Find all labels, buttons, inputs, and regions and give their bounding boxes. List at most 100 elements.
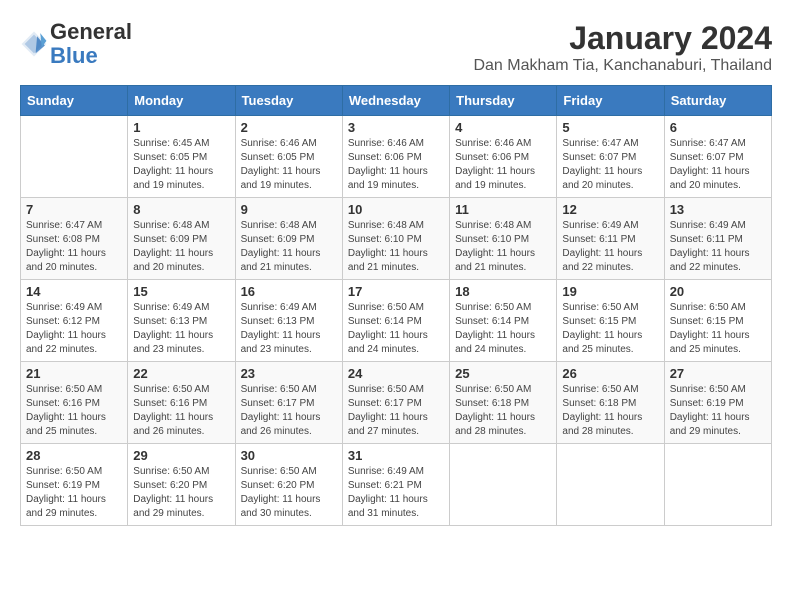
header-cell-friday: Friday [557,86,664,116]
calendar-cell: 24 Sunrise: 6:50 AMSunset: 6:17 PMDayligh… [342,362,449,444]
day-info: Sunrise: 6:49 AMSunset: 6:12 PMDaylight:… [26,301,122,357]
day-info: Sunrise: 6:49 AMSunset: 6:13 PMDaylight:… [241,301,337,357]
day-info: Sunrise: 6:50 AMSunset: 6:17 PMDaylight:… [348,383,444,439]
calendar-cell: 30 Sunrise: 6:50 AMSunset: 6:20 PMDayligh… [235,444,342,526]
day-number: 4 [455,120,551,135]
day-info: Sunrise: 6:48 AMSunset: 6:10 PMDaylight:… [455,219,551,275]
calendar-cell: 10Sunrise: 6:48 AMSunset: 6:10 PMDayligh… [342,198,449,280]
day-number: 24 [348,366,444,381]
header-row: SundayMondayTuesdayWednesdayThursdayFrid… [21,86,772,116]
day-info: Sunrise: 6:48 AMSunset: 6:09 PMDaylight:… [133,219,229,275]
calendar-cell [21,116,128,198]
calendar-cell: 15 Sunrise: 6:49 AMSunset: 6:13 PMDayligh… [128,280,235,362]
day-number: 13 [670,202,766,217]
header-cell-saturday: Saturday [664,86,771,116]
day-info: Sunrise: 6:49 AMSunset: 6:13 PMDaylight:… [133,301,229,357]
day-number: 31 [348,448,444,463]
day-number: 29 [133,448,229,463]
calendar-week-row: 7 Sunrise: 6:47 AMSunset: 6:08 PMDaylight… [21,198,772,280]
day-number: 11 [455,202,551,217]
calendar-cell: 5 Sunrise: 6:47 AMSunset: 6:07 PMDaylight… [557,116,664,198]
calendar-cell: 13 Sunrise: 6:49 AMSunset: 6:11 PMDayligh… [664,198,771,280]
day-info: Sunrise: 6:50 AMSunset: 6:15 PMDaylight:… [562,301,658,357]
day-number: 5 [562,120,658,135]
calendar-cell: 17Sunrise: 6:50 AMSunset: 6:14 PMDayligh… [342,280,449,362]
day-number: 3 [348,120,444,135]
day-info: Sunrise: 6:45 AMSunset: 6:05 PMDaylight:… [133,137,229,193]
title-block: January 2024 Dan Makham Tia, Kanchanabur… [473,20,772,75]
day-number: 9 [241,202,337,217]
day-number: 7 [26,202,122,217]
page-header: General Blue January 2024 Dan Makham Tia… [20,20,772,75]
calendar-cell: 12Sunrise: 6:49 AMSunset: 6:11 PMDayligh… [557,198,664,280]
day-number: 20 [670,284,766,299]
day-info: Sunrise: 6:47 AMSunset: 6:07 PMDaylight:… [670,137,766,193]
calendar-table: SundayMondayTuesdayWednesdayThursdayFrid… [20,85,772,526]
header-cell-tuesday: Tuesday [235,86,342,116]
calendar-cell [664,444,771,526]
header-cell-sunday: Sunday [21,86,128,116]
calendar-cell: 6 Sunrise: 6:47 AMSunset: 6:07 PMDaylight… [664,116,771,198]
day-info: Sunrise: 6:50 AMSunset: 6:19 PMDaylight:… [670,383,766,439]
day-number: 18 [455,284,551,299]
logo: General Blue [20,20,132,68]
day-number: 6 [670,120,766,135]
header-cell-wednesday: Wednesday [342,86,449,116]
calendar-cell: 16 Sunrise: 6:49 AMSunset: 6:13 PMDayligh… [235,280,342,362]
day-number: 30 [241,448,337,463]
calendar-week-row: 21 Sunrise: 6:50 AMSunset: 6:16 PMDayligh… [21,362,772,444]
calendar-cell: 1 Sunrise: 6:45 AMSunset: 6:05 PMDaylight… [128,116,235,198]
day-number: 2 [241,120,337,135]
day-info: Sunrise: 6:50 AMSunset: 6:16 PMDaylight:… [26,383,122,439]
day-number: 22 [133,366,229,381]
day-number: 21 [26,366,122,381]
day-info: Sunrise: 6:50 AMSunset: 6:15 PMDaylight:… [670,301,766,357]
calendar-cell: 26Sunrise: 6:50 AMSunset: 6:18 PMDayligh… [557,362,664,444]
calendar-week-row: 28 Sunrise: 6:50 AMSunset: 6:19 PMDayligh… [21,444,772,526]
day-info: Sunrise: 6:48 AMSunset: 6:09 PMDaylight:… [241,219,337,275]
calendar-cell: 8 Sunrise: 6:48 AMSunset: 6:09 PMDaylight… [128,198,235,280]
day-info: Sunrise: 6:50 AMSunset: 6:20 PMDaylight:… [241,465,337,521]
calendar-cell: 27 Sunrise: 6:50 AMSunset: 6:19 PMDayligh… [664,362,771,444]
day-number: 1 [133,120,229,135]
day-info: Sunrise: 6:49 AMSunset: 6:21 PMDaylight:… [348,465,444,521]
calendar-cell: 14Sunrise: 6:49 AMSunset: 6:12 PMDayligh… [21,280,128,362]
day-info: Sunrise: 6:50 AMSunset: 6:19 PMDaylight:… [26,465,122,521]
day-number: 15 [133,284,229,299]
calendar-cell: 22 Sunrise: 6:50 AMSunset: 6:16 PMDayligh… [128,362,235,444]
calendar-cell: 19Sunrise: 6:50 AMSunset: 6:15 PMDayligh… [557,280,664,362]
day-info: Sunrise: 6:46 AMSunset: 6:05 PMDaylight:… [241,137,337,193]
calendar-cell: 29Sunrise: 6:50 AMSunset: 6:20 PMDayligh… [128,444,235,526]
day-number: 25 [455,366,551,381]
day-number: 28 [26,448,122,463]
calendar-cell: 23Sunrise: 6:50 AMSunset: 6:17 PMDayligh… [235,362,342,444]
calendar-cell: 11 Sunrise: 6:48 AMSunset: 6:10 PMDayligh… [450,198,557,280]
day-number: 23 [241,366,337,381]
logo-icon [20,30,48,58]
calendar-cell: 2 Sunrise: 6:46 AMSunset: 6:05 PMDaylight… [235,116,342,198]
calendar-cell: 28 Sunrise: 6:50 AMSunset: 6:19 PMDayligh… [21,444,128,526]
logo-text: General Blue [50,20,132,68]
day-number: 16 [241,284,337,299]
calendar-cell: 18Sunrise: 6:50 AMSunset: 6:14 PMDayligh… [450,280,557,362]
logo-line2: Blue [50,43,98,68]
calendar-cell: 31 Sunrise: 6:49 AMSunset: 6:21 PMDayligh… [342,444,449,526]
day-number: 27 [670,366,766,381]
calendar-cell [450,444,557,526]
calendar-cell [557,444,664,526]
calendar-week-row: 1 Sunrise: 6:45 AMSunset: 6:05 PMDaylight… [21,116,772,198]
day-info: Sunrise: 6:49 AMSunset: 6:11 PMDaylight:… [562,219,658,275]
day-info: Sunrise: 6:46 AMSunset: 6:06 PMDaylight:… [455,137,551,193]
calendar-cell: 25Sunrise: 6:50 AMSunset: 6:18 PMDayligh… [450,362,557,444]
day-info: Sunrise: 6:49 AMSunset: 6:11 PMDaylight:… [670,219,766,275]
day-number: 8 [133,202,229,217]
header-cell-monday: Monday [128,86,235,116]
calendar-subtitle: Dan Makham Tia, Kanchanaburi, Thailand [473,57,772,75]
calendar-cell: 4 Sunrise: 6:46 AMSunset: 6:06 PMDaylight… [450,116,557,198]
day-info: Sunrise: 6:46 AMSunset: 6:06 PMDaylight:… [348,137,444,193]
calendar-cell: 7 Sunrise: 6:47 AMSunset: 6:08 PMDaylight… [21,198,128,280]
day-number: 17 [348,284,444,299]
day-info: Sunrise: 6:47 AMSunset: 6:08 PMDaylight:… [26,219,122,275]
day-info: Sunrise: 6:47 AMSunset: 6:07 PMDaylight:… [562,137,658,193]
day-info: Sunrise: 6:50 AMSunset: 6:16 PMDaylight:… [133,383,229,439]
